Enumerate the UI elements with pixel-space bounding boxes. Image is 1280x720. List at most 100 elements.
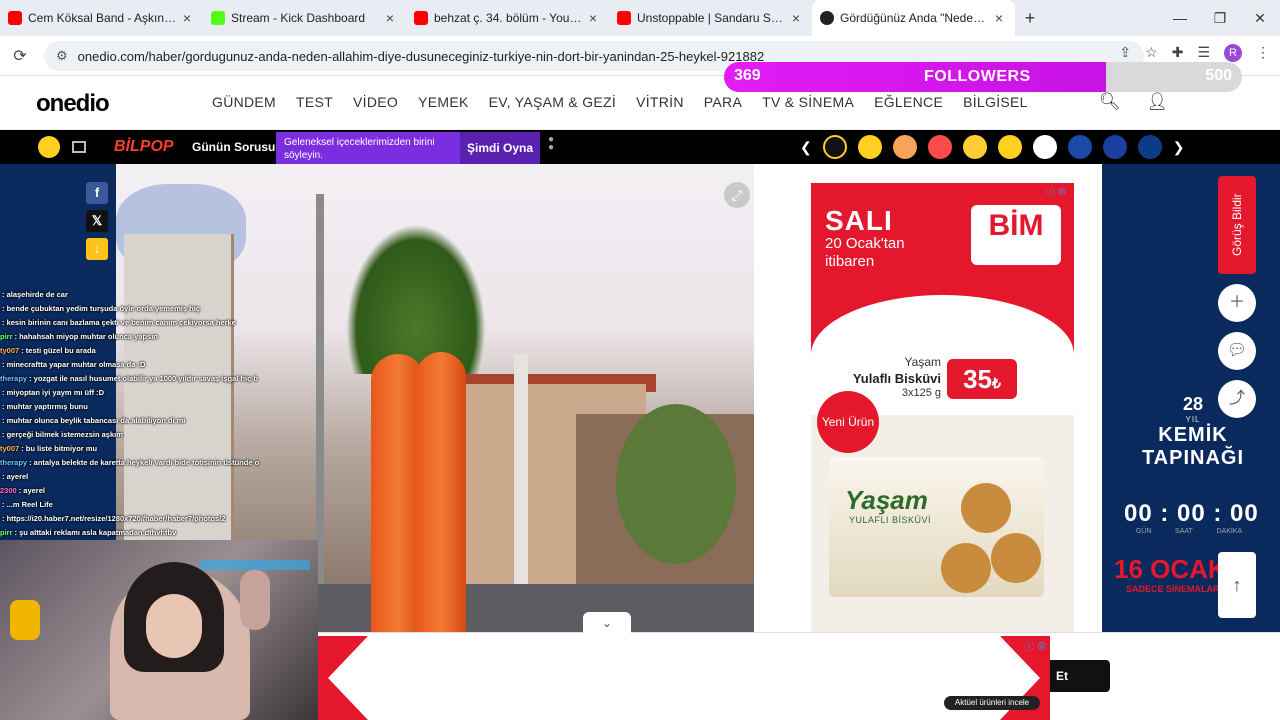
x-twitter-icon[interactable]: 𝕏 [86,210,108,232]
emoji-icon[interactable] [38,136,60,158]
user-icon[interactable]: 👤︎ [1146,92,1168,112]
minimize-icon[interactable]: — [1160,10,1200,26]
ad-price: 35₺ [947,359,1017,399]
new-tab-icon[interactable]: + [1015,8,1045,29]
kick-icon [211,11,225,25]
onedio-logo[interactable]: onedio [36,90,110,118]
event-promo[interactable]: 28 YIL KEMİK TAPINAĞI [1118,394,1268,470]
browser-tab[interactable]: Cem Köksal Band - Aşkına Elveda × [0,0,203,36]
ad-info-icon[interactable]: ⓘ ⊗ [1046,185,1067,198]
tab-title: Cem Köksal Band - Aşkına Elveda [28,11,179,25]
promo-date-sub: SADECE SİNEMALARDA [1126,584,1233,594]
followers-progress-fill [724,62,1107,92]
menu-item-para[interactable]: PARA [704,94,742,110]
close-window-icon[interactable]: ✕ [1240,10,1280,27]
close-tab-icon[interactable]: × [382,10,398,26]
menu-item-test[interactable]: TEST [296,94,333,110]
install-icon[interactable]: ⇪ [1119,44,1131,62]
promo-years: 28 [1182,394,1204,414]
countdown-labels: GÜN SAAT DAKİKA [1135,528,1243,535]
promo-date: 16 OCAK [1114,554,1227,584]
menu-item-video[interactable]: VİDEO [353,94,398,110]
feedback-button[interactable]: Görüş Bildir [1218,176,1256,274]
play-now-button[interactable]: Şimdi Oyna [460,132,540,164]
site-info-icon[interactable]: ⚙ [56,48,68,64]
tab-title: Unstoppable | Sandaru Sathsara [637,11,788,25]
youtube-icon [414,11,428,25]
close-tab-icon[interactable]: × [585,10,601,26]
aktuel-products-button[interactable]: Aktüel ürünleri incele [944,696,1040,710]
close-tab-icon[interactable]: × [991,10,1007,26]
menu-item-yemek[interactable]: YEMEK [418,94,469,110]
menu-item-tv-sinema[interactable]: TV & SİNEMA [762,94,854,110]
profile-avatar[interactable]: R [1224,44,1242,62]
bim-advertisement[interactable]: SALI 20 Ocak'tan itibaren BİM Kalbimde B… [811,183,1074,633]
gallery-icon[interactable] [72,141,86,153]
more-dots-icon[interactable]: ● ● [548,135,554,153]
promo-title-2: TAPINAĞI [1141,447,1245,469]
bottom-ad-info-icon[interactable]: ⓘ ⊗ [1024,638,1047,653]
reaction-icon[interactable] [997,135,1022,159]
menu-item-eglence[interactable]: EĞLENCE [874,94,943,110]
menu-item-ev-yasam[interactable]: EV, YAŞAM & GEZİ [489,94,616,110]
countdown-timer: 00 : 00 : 00 [1124,500,1259,527]
share-buttons: f 𝕏 ↓ [86,182,108,260]
reload-icon[interactable]: ⟳ [0,46,40,66]
brand-icon[interactable] [1067,135,1092,159]
ad-date: 20 Ocak'tan [825,235,905,252]
ad-product-name: Yulaflı Bisküvi [852,371,941,386]
browser-tab[interactable]: Unstoppable | Sandaru Sathsara × [609,0,812,36]
chevron-left-icon[interactable]: ❮ [800,139,812,156]
reaction-icon[interactable] [927,135,952,159]
followers-current: 369 [734,67,761,84]
brand-icon[interactable] [1032,135,1057,159]
onedio-icon [820,11,834,25]
reaction-icon[interactable] [962,135,987,159]
search-icon[interactable]: 🔍︎ [1099,92,1121,112]
main-menu: GÜNDEM TEST VİDEO YEMEK EV, YAŞAM & GEZİ… [212,94,1048,110]
bookmark-star-icon[interactable]: ☆ [1145,44,1158,62]
scroll-top-icon[interactable]: ↑ [1218,552,1256,618]
maximize-icon[interactable]: ❐ [1200,10,1240,27]
facebook-icon[interactable]: f [86,182,108,204]
save-icon[interactable]: ↓ [86,238,108,260]
reaction-carousel: ❮ ❯ [800,135,1184,159]
ad-date-suffix: itibaren [825,253,875,270]
brand-icon[interactable] [1137,135,1162,159]
browser-tab[interactable]: behzat ç. 34. bölüm - YouTube × [406,0,609,36]
brand-icon[interactable] [1102,135,1127,159]
reaction-icon[interactable] [857,135,882,159]
promo-years-label: YIL [1185,415,1201,424]
menu-item-vitrin[interactable]: VİTRİN [636,94,684,110]
youtube-icon [8,11,22,25]
browser-tab-active[interactable]: Gördüğünüz Anda "Neden Allah × [812,0,1015,36]
new-product-badge: Yeni Ürün [817,391,879,453]
streamer-webcam [0,540,318,720]
package-subtitle: YULAFLI BİSKÜVİ [849,515,932,525]
fullscreen-icon[interactable]: ⤢ [724,182,750,208]
reaction-icon[interactable] [822,135,847,159]
menu-icon[interactable]: ⋮ [1256,44,1270,62]
menu-item-gundem[interactable]: GÜNDEM [212,94,276,110]
comments-icon[interactable]: 💬︎ [1218,332,1256,370]
bottom-cta-button[interactable]: Et [1050,660,1110,692]
window-controls: — ❐ ✕ [1160,0,1280,36]
bottom-banner-ad[interactable] [318,636,1050,720]
reading-list-icon[interactable]: ☰ [1197,44,1210,62]
bilpop-logo[interactable]: BİLPOP [114,138,174,156]
extensions-icon[interactable]: ✚ [1172,44,1184,62]
tab-title: Gördüğünüz Anda "Neden Allah [840,11,991,25]
reaction-icon[interactable] [892,135,917,159]
browser-tab[interactable]: Stream - Kick Dashboard × [203,0,406,36]
chevron-right-icon[interactable]: ❯ [1173,139,1185,156]
chevron-down-icon[interactable]: ⌄ [583,612,631,634]
menu-item-bilgisel[interactable]: BİLGİSEL [963,94,1028,110]
bim-slogan: Kalbimde Benim [983,247,1049,257]
bookmark-icon[interactable]: ＋ [1218,284,1256,322]
package-title: Yaşam [845,485,928,515]
ad-day: SALI [825,205,893,236]
close-tab-icon[interactable]: × [788,10,804,26]
daily-question-label: Günün Sorusu [192,140,276,154]
close-tab-icon[interactable]: × [179,10,195,26]
browser-tab-bar: Cem Köksal Band - Aşkına Elveda × Stream… [0,0,1280,36]
